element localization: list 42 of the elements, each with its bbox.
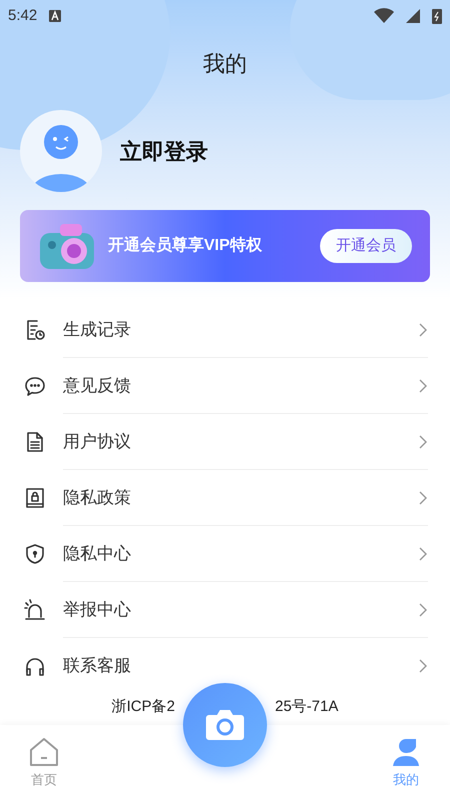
- chevron-right-icon: [418, 546, 428, 562]
- menu-label: 隐私政策: [63, 486, 132, 509]
- camera-button[interactable]: [183, 683, 267, 767]
- chat-bubble-icon: [23, 374, 47, 398]
- chevron-right-icon: [418, 490, 428, 506]
- menu-label: 联系客服: [63, 655, 132, 678]
- chevron-right-icon: [418, 378, 428, 394]
- menu-label: 生成记录: [63, 318, 132, 341]
- menu-label: 隐私中心: [63, 542, 132, 565]
- camera-icon: [205, 709, 245, 741]
- menu-item[interactable]: 意见反馈: [0, 358, 450, 414]
- signal-icon: [406, 9, 420, 23]
- camera-icon: [38, 221, 96, 271]
- status-time: 5:42: [8, 6, 38, 26]
- icp-text: 浙ICP备2: [112, 696, 175, 717]
- menu-item[interactable]: 生成记录: [0, 302, 450, 358]
- menu-item[interactable]: 用户协议: [0, 414, 450, 470]
- menu-item[interactable]: 联系客服: [0, 638, 450, 694]
- vip-banner[interactable]: 开通会员尊享VIP特权 开通会员: [20, 210, 430, 282]
- chevron-right-icon: [418, 602, 428, 618]
- icp-text: 25号-71A: [274, 696, 338, 717]
- notification-icon: [49, 10, 62, 22]
- shield-icon: [23, 542, 47, 566]
- menu-label: 举报中心: [63, 598, 132, 621]
- menu-label: 用户协议: [63, 430, 132, 453]
- vip-promo-text: 开通会员尊享VIP特权: [108, 235, 263, 256]
- alarm-light-icon: [23, 598, 47, 622]
- menu-item[interactable]: 隐私政策: [0, 470, 450, 526]
- chevron-right-icon: [418, 322, 428, 338]
- person-icon: [390, 736, 422, 768]
- house-icon: [28, 736, 60, 768]
- battery-icon: [432, 8, 442, 24]
- chevron-right-icon: [418, 434, 428, 450]
- menu-item[interactable]: 举报中心: [0, 582, 450, 638]
- menu-label: 意见反馈: [63, 374, 132, 397]
- chevron-right-icon: [418, 658, 428, 674]
- wifi-icon: [374, 8, 394, 24]
- login-link[interactable]: 立即登录: [120, 134, 208, 168]
- page-title: 我的: [203, 50, 247, 78]
- lock-document-icon: [23, 486, 47, 510]
- open-membership-button[interactable]: 开通会员: [320, 229, 412, 263]
- menu-item[interactable]: 隐私中心: [0, 526, 450, 582]
